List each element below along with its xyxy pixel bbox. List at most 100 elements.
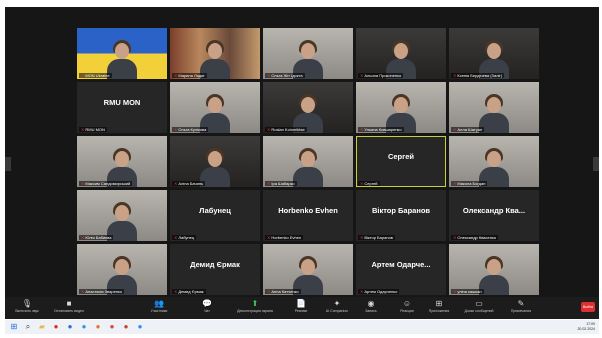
zoom-app-icon[interactable]: ● — [135, 322, 145, 332]
participant-tile[interactable]: ✕Алла Шатуан — [449, 82, 539, 133]
participant-tile[interactable]: ✕Юлія Бабиєва — [77, 190, 167, 241]
participant-name-label: ✕Анна Катченко — [265, 289, 301, 294]
participant-tile[interactable]: ✕Микола Богдан — [449, 136, 539, 187]
participant-label-text: Ruslan Kolomibtse — [271, 127, 305, 132]
meeting-toolbar: 🎙 Включить звук ■ Остановить видео 👥 Участник… — [5, 297, 599, 319]
share-screen-icon: ⬆ — [251, 299, 259, 308]
mic-button[interactable]: 🎙 Включить звук — [7, 299, 47, 313]
muted-mic-icon: ✕ — [174, 127, 178, 132]
zoom-screenshot: ✕MON Ukraine ✕Марина Лядиг ✕Ольга Жіт Ідок… — [0, 0, 602, 338]
muted-mic-icon: ✕ — [174, 181, 178, 186]
participant-tile[interactable]: Демид Єрмак ✕Демид Єрмак — [170, 244, 260, 295]
participant-tile[interactable]: Віктор Баранов ✕Віктор Баранов — [356, 190, 446, 241]
toolbar-label: Включить звук — [15, 309, 39, 313]
apps-button[interactable]: ⊞ Приложения — [419, 299, 459, 313]
prev-page-arrow[interactable] — [5, 157, 11, 171]
participant-tile[interactable]: Артем Одарче... ✕Артем Одарченко — [356, 244, 446, 295]
windows-start-icon[interactable]: ⊞ — [9, 322, 19, 332]
participant-tile[interactable]: ✕Аліна Бачинь — [170, 136, 260, 187]
browser-icon[interactable]: ● — [79, 322, 89, 332]
app-icon-orange[interactable]: ● — [93, 322, 103, 332]
muted-mic-icon: ✕ — [267, 235, 271, 240]
participant-tile[interactable]: ✕Ульяна Ковшаренко — [356, 82, 446, 133]
toolbar-label: Запись — [365, 309, 377, 313]
next-page-arrow[interactable] — [593, 157, 599, 171]
participant-tile[interactable]: Лабунец ✕Лабунец — [170, 190, 260, 241]
record-button[interactable]: ◉ Запись — [351, 299, 391, 313]
participant-tile[interactable]: ✕Ольга Жіт Ідокта — [263, 28, 353, 79]
participant-tile[interactable]: ✕уліна кашкан — [449, 244, 539, 295]
participants-button[interactable]: 👥 Участники — [139, 299, 179, 313]
participant-name-label: ✕Демид Єрмак — [172, 289, 206, 294]
muted-mic-icon: ✕ — [453, 127, 457, 132]
app-icon-red[interactable]: ● — [51, 322, 61, 332]
muted-mic-icon: ✕ — [360, 181, 364, 186]
muted-mic-icon: ✕ — [453, 289, 457, 294]
muted-mic-icon: ✕ — [360, 289, 364, 294]
app-icon-blue[interactable]: ● — [65, 322, 75, 332]
muted-mic-icon: ✕ — [81, 73, 85, 78]
participant-tile[interactable]: Олександр Ква... ✕Олександр Квасенко — [449, 190, 539, 241]
toolbar-label: Участники — [150, 309, 168, 313]
muted-mic-icon: ✕ — [453, 73, 457, 78]
whiteboard-button[interactable]: ▭ Доски сообщений — [459, 299, 499, 313]
toolbar-label: Приложения — [428, 309, 450, 313]
muted-mic-icon: ✕ — [81, 127, 85, 132]
participant-tile[interactable]: ✕Максим Сандомирський — [77, 136, 167, 187]
summary-button[interactable]: 📄 Резюме — [281, 299, 321, 313]
participant-name-label: ✕Микола Богдан — [451, 181, 488, 186]
participant-tile[interactable]: ✕Альона Прокопенко — [356, 28, 446, 79]
participant-tile[interactable]: ✕Іра Шабарко — [263, 136, 353, 187]
whiteboard-icon: ▭ — [475, 299, 483, 308]
participant-tile[interactable]: RMU MON ✕RMU MON — [77, 82, 167, 133]
muted-mic-icon: ✕ — [267, 181, 271, 186]
participant-tile[interactable]: ✕Анна Катченко — [263, 244, 353, 295]
chat-icon: 💬 — [202, 299, 212, 308]
chat-button[interactable]: 💬 Чат — [187, 299, 227, 313]
participant-name-label: ✕Алла Шатуан — [451, 127, 485, 132]
summary-icon: 📄 — [296, 299, 306, 308]
meeting-window: ✕MON Ukraine ✕Марина Лядиг ✕Ольга Жіт Ідок… — [5, 7, 599, 319]
participants-icon: 👥 — [154, 299, 164, 308]
participant-name-label: ✕RMU MON — [79, 127, 107, 132]
video-button[interactable]: ■ Остановить видео — [49, 299, 89, 313]
participant-tile[interactable]: ✕Марина Лядиг — [170, 28, 260, 79]
toolbar-label: Остановить видео — [54, 309, 84, 313]
app-icon-red-3[interactable]: ● — [121, 322, 131, 332]
participant-display-name: Віктор Баранов — [371, 206, 431, 215]
participant-name-label: ✕Іра Шабарко — [265, 181, 297, 186]
muted-mic-icon: ✕ — [81, 235, 85, 240]
participant-display-name: Олександр Ква... — [462, 206, 526, 215]
participant-tile[interactable]: Сергей ✕Сергей — [356, 136, 446, 187]
leave-button[interactable]: Выйти — [581, 302, 595, 312]
participant-name-label: ✕Олександр Квасенко — [451, 235, 498, 240]
participant-label-text: Максим Сандомирський — [85, 181, 131, 186]
participant-tile[interactable]: Horbenko Evhen ✕Horbenko Evhen — [263, 190, 353, 241]
participant-name-label: ✕Максим Сандомирський — [79, 181, 133, 186]
share-screen-button[interactable]: ⬆ Демонстрация экрана — [235, 299, 275, 313]
toolbar-label: Доски сообщений — [464, 309, 494, 313]
participant-tile[interactable]: ✕Анастасія Зваренко — [77, 244, 167, 295]
participant-label-text: Анна Катченко — [271, 289, 299, 294]
participant-label-text: MON Ukraine — [85, 73, 110, 78]
participant-label-text: Микола Богдан — [457, 181, 486, 186]
participant-label-text: Horbenko Evhen — [271, 235, 302, 240]
participant-tile[interactable]: ✕Ruslan Kolomibtse — [263, 82, 353, 133]
participant-display-name: Сергей — [387, 152, 415, 161]
participant-tile[interactable]: ✕Ольга Кулікова — [170, 82, 260, 133]
participant-tile[interactable]: ✕Ксенія Бердічева (Заліг) — [449, 28, 539, 79]
app-icon-red-2[interactable]: ● — [107, 322, 117, 332]
participant-label-text: Ксенія Бердічева (Заліг) — [457, 73, 503, 78]
clock-date: 20.02.2024 — [577, 327, 595, 331]
participant-label-text: Ольга Кулікова — [178, 127, 207, 132]
search-icon[interactable]: ⌕ — [23, 322, 33, 332]
participant-display-name: RMU MON — [103, 98, 141, 107]
participant-label-text: уліна кашкан — [457, 289, 482, 294]
notes-button[interactable]: ✎ Примечания — [501, 299, 541, 313]
participant-label-text: Віктор Баранов — [364, 235, 393, 240]
participant-name-label: ✕Ольга Кулікова — [172, 127, 209, 132]
file-explorer-icon[interactable]: ▰ — [37, 322, 47, 332]
participant-tile[interactable]: ✕MON Ukraine — [77, 28, 167, 79]
notes-icon: ✎ — [517, 299, 525, 308]
participant-label-text: Алла Шатуан — [457, 127, 483, 132]
